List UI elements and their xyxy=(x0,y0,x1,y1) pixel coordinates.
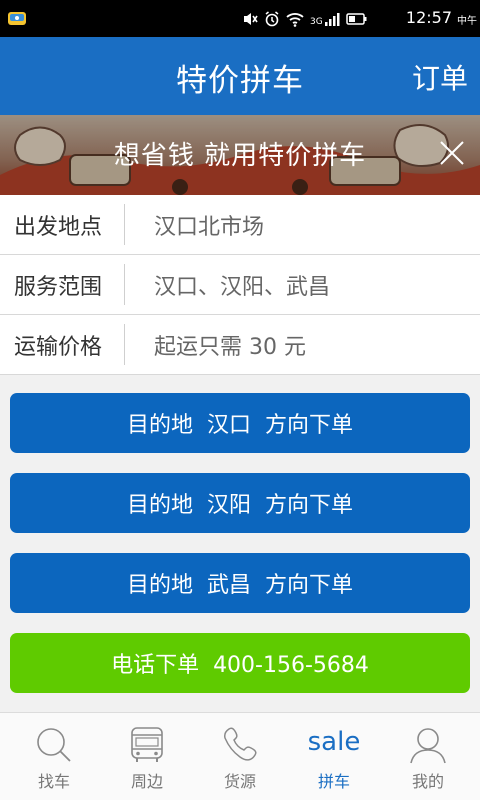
info-row-departure: 出发地点 汉口北市场 xyxy=(0,195,480,255)
app-notification-icon xyxy=(8,12,26,25)
nav-label-find-car: 找车 xyxy=(37,772,70,791)
info-panel: 出发地点 汉口北市场 服务范围 汉口、汉阳、武昌 运输价格 起运只需 30 元 xyxy=(0,195,480,375)
order-wuchang-label: 目的地 武昌 方向下单 xyxy=(127,573,353,598)
svg-text:3G: 3G xyxy=(310,17,323,27)
nav-item-cargo[interactable]: 货源 xyxy=(192,713,288,800)
alarm-icon xyxy=(265,11,279,27)
close-icon[interactable] xyxy=(438,139,466,167)
bottom-nav: 找车 周边 货源 sale 拼车 我的 xyxy=(0,712,480,800)
service-area-value: 汉口、汉阳、武昌 xyxy=(154,275,331,300)
nav-item-find-car[interactable]: 找车 xyxy=(6,713,102,800)
signal-3g-icon: 3G xyxy=(310,13,340,27)
bus-icon xyxy=(131,727,163,762)
departure-label: 出发地点 xyxy=(14,215,103,240)
info-row-price: 运输价格 起运只需 30 元 xyxy=(0,315,480,375)
phone-order-button[interactable]: 电话下单 400-156-5684 xyxy=(10,633,470,693)
divider xyxy=(124,204,125,245)
status-bar: 3G 12:57 中午 xyxy=(0,0,480,37)
wifi-icon xyxy=(286,13,304,27)
phone-order-label: 电话下单 400-156-5684 xyxy=(111,653,369,678)
nav-item-mine[interactable]: 我的 xyxy=(380,713,476,800)
orders-button[interactable]: 订单 xyxy=(412,57,468,97)
user-icon xyxy=(410,728,446,764)
nav-label-cargo: 货源 xyxy=(223,772,256,791)
nav-item-nearby[interactable]: 周边 xyxy=(99,713,195,800)
title-bar: 特价拼车 订单 xyxy=(0,37,480,115)
mute-icon xyxy=(244,13,258,25)
price-label: 运输价格 xyxy=(14,335,103,360)
sale-icon: sale xyxy=(307,727,361,757)
phone-icon xyxy=(224,727,257,761)
page-title: 特价拼车 xyxy=(176,63,304,99)
service-area-label: 服务范围 xyxy=(14,275,103,300)
status-icons: 3G xyxy=(242,10,368,28)
nav-label-carpool: 拼车 xyxy=(317,772,350,791)
order-hanyang-label: 目的地 汉阳 方向下单 xyxy=(127,493,353,518)
nav-item-carpool[interactable]: sale 拼车 xyxy=(286,713,382,800)
banner-text: 想省钱 就用特价拼车 xyxy=(113,141,367,171)
nav-label-mine: 我的 xyxy=(411,772,444,791)
price-value: 起运只需 30 元 xyxy=(154,335,306,360)
clock-period: 中午 xyxy=(457,16,477,27)
info-row-service-area: 服务范围 汉口、汉阳、武昌 xyxy=(0,255,480,315)
promo-banner[interactable]: 想省钱 就用特价拼车 xyxy=(0,115,480,195)
nav-label-nearby: 周边 xyxy=(130,772,163,791)
clock: 12:57 xyxy=(405,8,452,27)
order-hankou-button[interactable]: 目的地 汉口 方向下单 xyxy=(10,393,470,453)
order-hanyang-button[interactable]: 目的地 汉阳 方向下单 xyxy=(10,473,470,533)
departure-value: 汉口北市场 xyxy=(154,215,265,240)
order-hankou-label: 目的地 汉口 方向下单 xyxy=(127,413,353,438)
order-wuchang-button[interactable]: 目的地 武昌 方向下单 xyxy=(10,553,470,613)
divider xyxy=(124,264,125,305)
battery-icon xyxy=(346,13,367,25)
search-icon xyxy=(37,728,71,762)
divider xyxy=(124,324,125,365)
